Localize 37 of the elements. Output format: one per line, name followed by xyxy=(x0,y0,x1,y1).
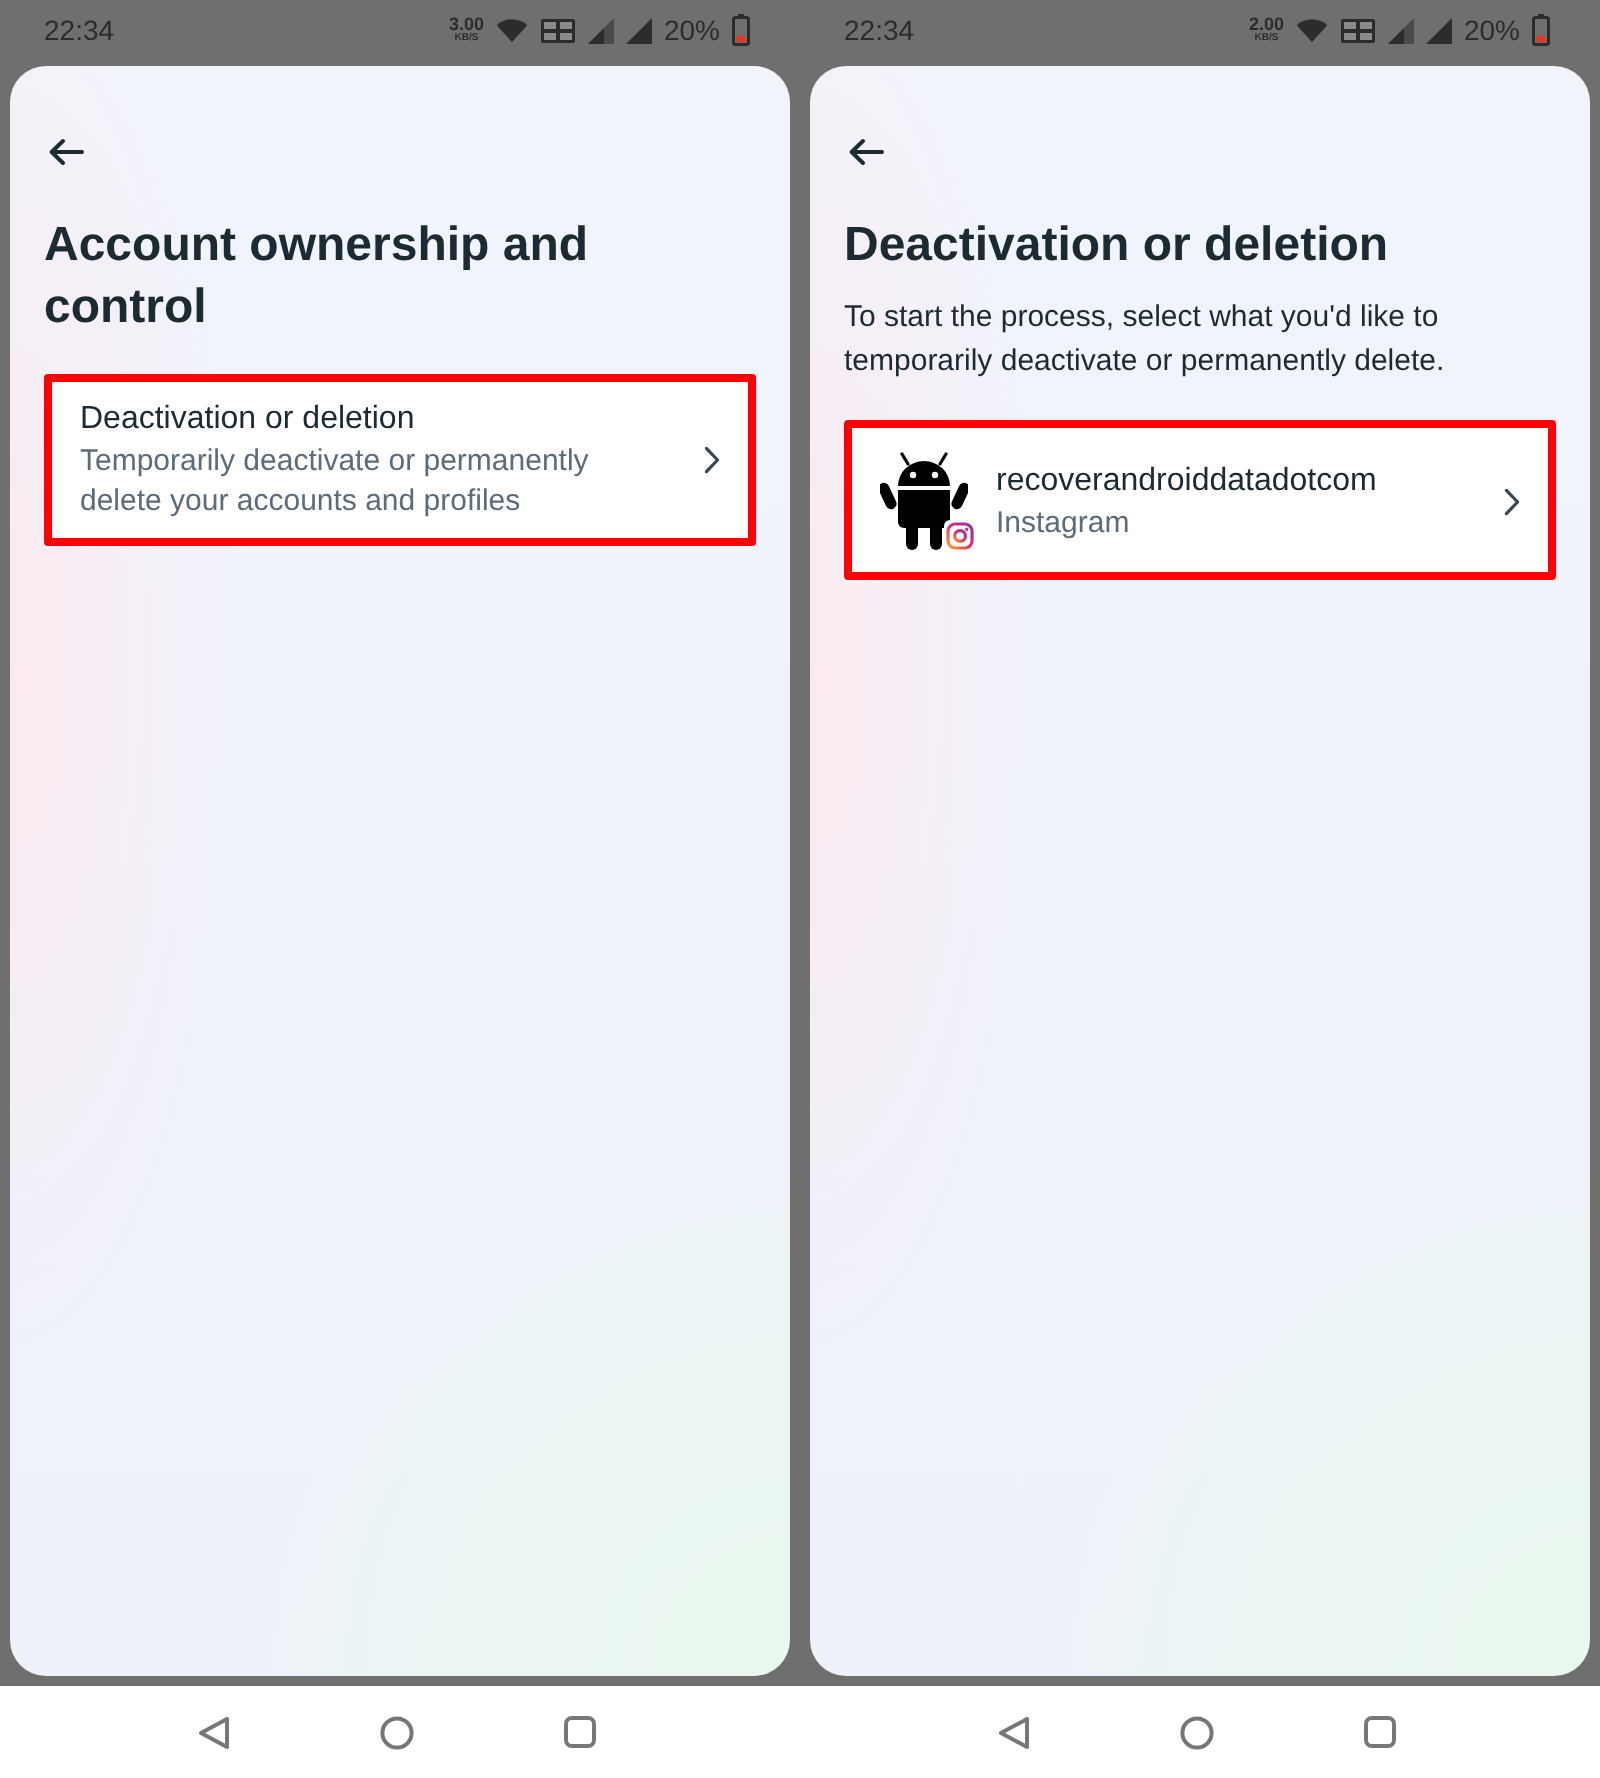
recent-apps-icon[interactable] xyxy=(1363,1716,1395,1748)
back-icon[interactable] xyxy=(997,1715,1029,1749)
wifi-icon xyxy=(1295,18,1328,42)
page-title: Account ownership and control xyxy=(44,216,591,338)
chevron-right-icon xyxy=(704,446,720,474)
item-title: recoverandroiddatadotcom xyxy=(996,462,1379,502)
battery-percent: 20% xyxy=(663,16,720,44)
status-time: 22:34 xyxy=(44,16,115,44)
network-speed: 3.00 xyxy=(448,16,484,34)
item-title: Deactivation or deletion xyxy=(80,400,417,440)
wifi-icon xyxy=(495,18,528,42)
battery-icon xyxy=(732,14,750,46)
back-icon[interactable] xyxy=(197,1715,229,1749)
status-time: 22:34 xyxy=(844,16,915,44)
signal-icon xyxy=(1425,17,1452,43)
back-arrow-icon[interactable] xyxy=(48,138,84,166)
battery-icon xyxy=(1532,14,1550,46)
network-badge-icon xyxy=(1339,17,1376,43)
description-text: To start the process, select what you'd like to temporarily deactivate or permanently delete. xyxy=(844,298,1447,382)
signal-icon xyxy=(1387,17,1414,43)
home-icon[interactable] xyxy=(379,1715,413,1749)
account-item[interactable]: recoverandroiddatadotcom Instagram xyxy=(844,420,1556,580)
network-speed: 2.00 xyxy=(1248,16,1284,34)
page-title: Deactivation or deletion xyxy=(844,216,1391,276)
camera-badge-icon xyxy=(944,520,976,552)
battery-percent: 20% xyxy=(1463,16,1520,44)
signal-icon xyxy=(625,17,652,43)
recent-apps-icon[interactable] xyxy=(563,1716,595,1748)
home-icon[interactable] xyxy=(1179,1715,1213,1749)
signal-icon xyxy=(587,17,614,43)
item-subtitle: Temporarily deactivate or permanently delete your accounts and profiles xyxy=(80,442,591,522)
item-subtitle: Instagram xyxy=(996,504,1132,544)
robot-avatar-icon xyxy=(880,452,968,552)
network-badge-icon xyxy=(539,17,576,43)
chevron-right-icon xyxy=(1504,488,1520,516)
back-arrow-icon[interactable] xyxy=(848,138,884,166)
settings-option[interactable]: Deactivation or deletion Temporarily deactivate or permanently delete your accounts and profiles xyxy=(44,374,756,546)
